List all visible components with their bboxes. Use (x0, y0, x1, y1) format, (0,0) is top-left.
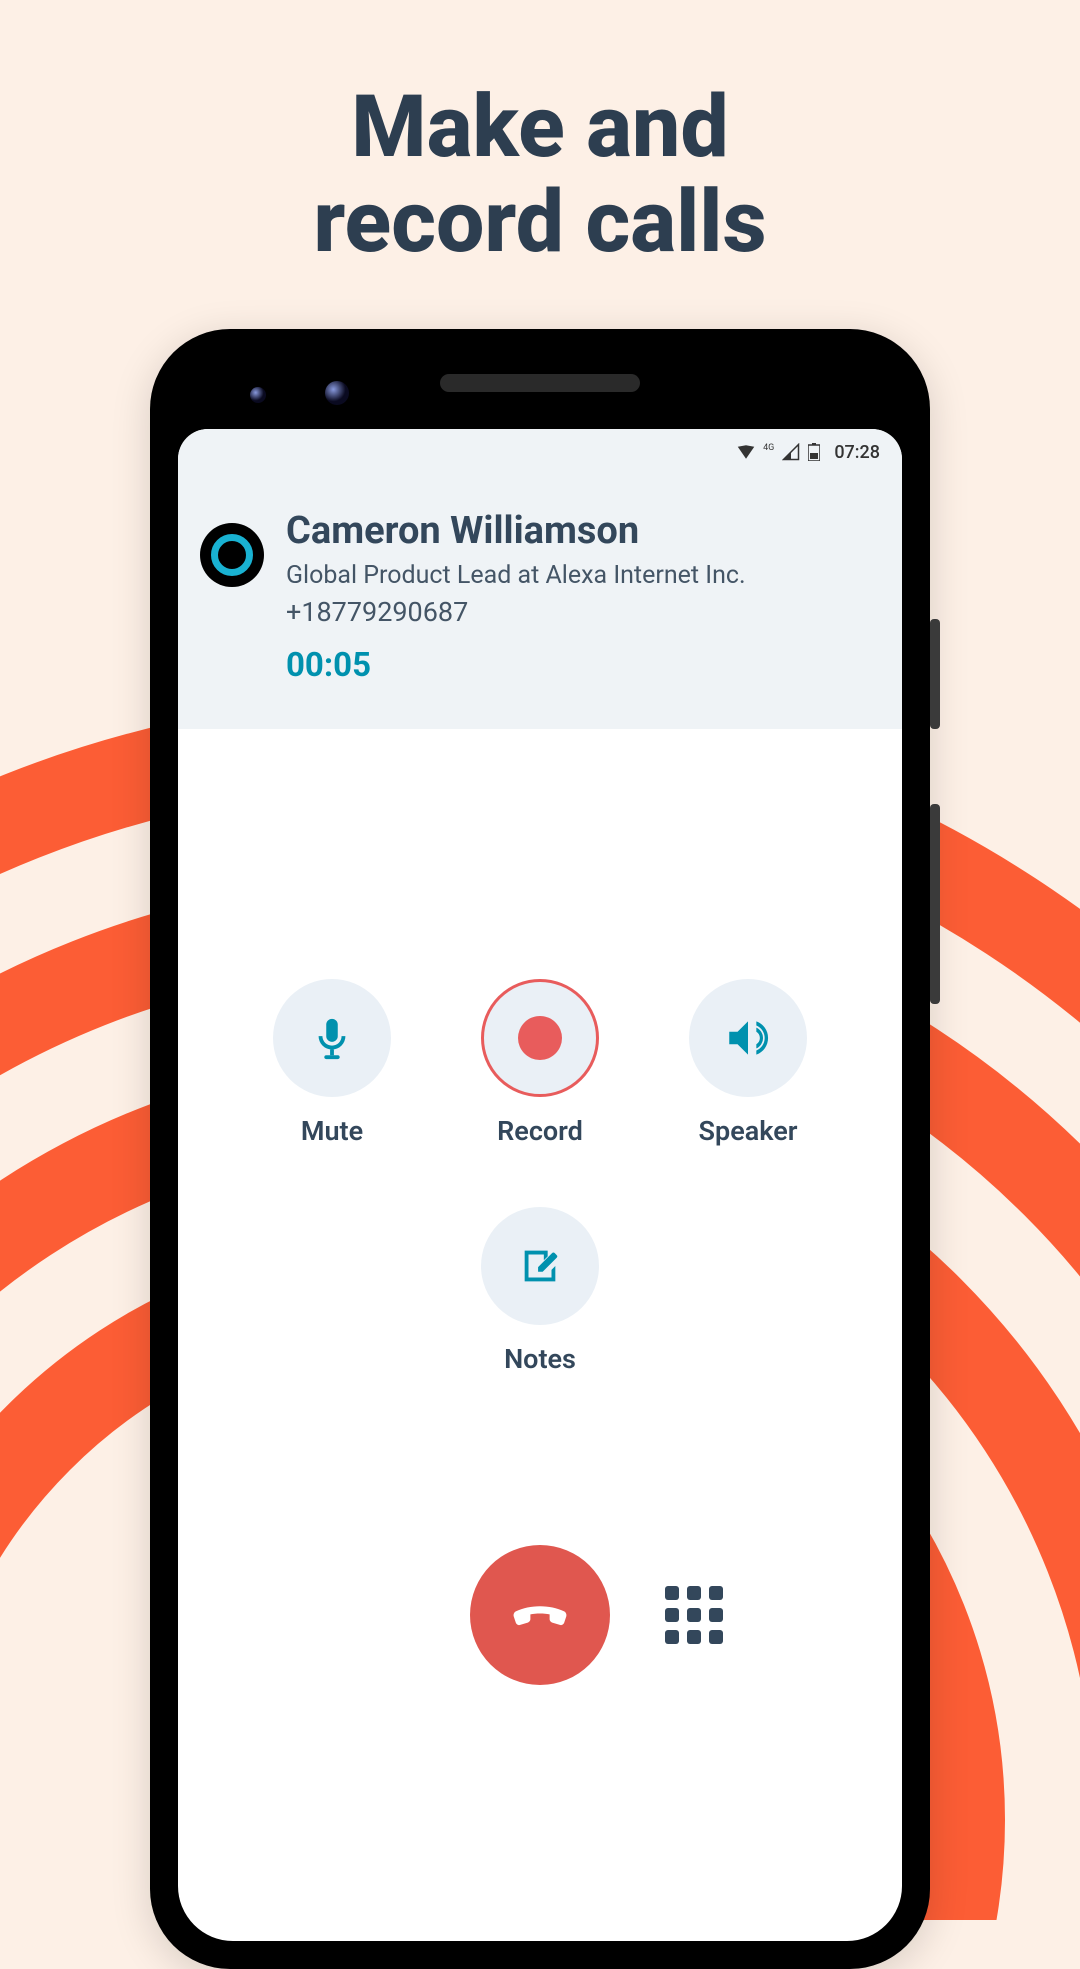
hangup-button[interactable] (470, 1545, 610, 1685)
dialpad-button[interactable] (665, 1586, 723, 1644)
contact-name: Cameron Williamson (286, 509, 746, 553)
hero-title: Make and record calls (0, 0, 1080, 329)
notes-label: Notes (504, 1343, 576, 1375)
record-button[interactable]: Record (481, 979, 599, 1147)
status-bar: 4G 07:28 (178, 429, 902, 475)
avatar (200, 523, 264, 587)
phone-volume-button (930, 804, 940, 1004)
mute-label: Mute (301, 1115, 363, 1147)
status-time: 07:28 (834, 442, 880, 463)
call-duration: 00:05 (286, 646, 746, 685)
hero-title-line2: record calls (313, 171, 766, 272)
battery-icon (808, 443, 820, 461)
phone-screen: 4G 07:28 Cameron Williamson Global Produ… (178, 429, 902, 1941)
notes-button[interactable]: Notes (481, 1207, 599, 1375)
phone-camera-icon (325, 381, 349, 405)
wifi-icon (737, 443, 755, 461)
hero-title-line1: Make and (351, 76, 729, 177)
record-icon (481, 979, 599, 1097)
contact-phone: +18779290687 (286, 596, 746, 628)
phone-frame: 4G 07:28 Cameron Williamson Global Produ… (150, 329, 930, 1969)
phone-hangup-icon (505, 1580, 575, 1650)
speaker-icon (689, 979, 807, 1097)
phone-power-button (930, 619, 940, 729)
signal-icon (782, 443, 800, 461)
speaker-button[interactable]: Speaker (689, 979, 807, 1147)
mute-button[interactable]: Mute (273, 979, 391, 1147)
contact-subtitle: Global Product Lead at Alexa Internet In… (286, 561, 746, 590)
contact-panel: Cameron Williamson Global Product Lead a… (178, 475, 902, 729)
phone-camera-icon (250, 387, 266, 403)
microphone-icon (273, 979, 391, 1097)
record-label: Record (497, 1115, 583, 1147)
edit-note-icon (481, 1207, 599, 1325)
speaker-label: Speaker (699, 1115, 798, 1147)
network-label: 4G (763, 444, 774, 453)
phone-earpiece (440, 374, 640, 392)
